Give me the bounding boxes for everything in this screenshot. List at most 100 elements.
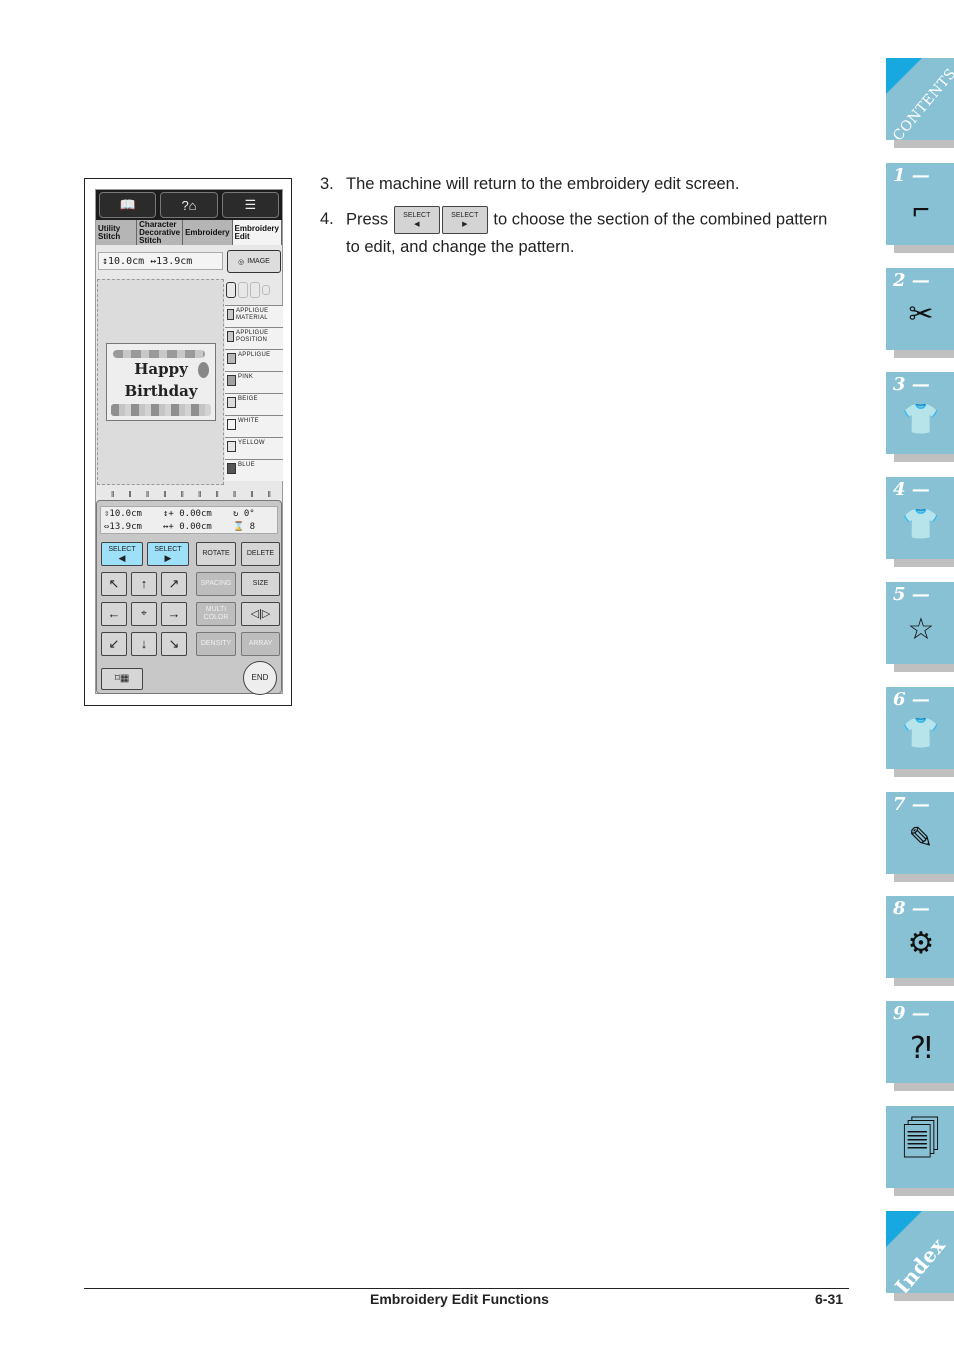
step-text: The machine will return to the embroider… [346, 175, 740, 193]
reference-book-icon[interactable]: 📖 [99, 192, 157, 218]
hoop-selector [226, 280, 284, 300]
move-center-button[interactable]: ⌖ [131, 602, 157, 626]
arrow-right-icon: → [167, 606, 181, 621]
move-left-button[interactable]: ← [101, 602, 127, 626]
hoop-tiny-icon[interactable] [262, 285, 270, 295]
flowers-decoration [111, 404, 211, 416]
chapter-number: 6 — [893, 688, 930, 710]
hoop-large-icon[interactable] [226, 282, 236, 298]
chapter-tab[interactable]: 7 — ✎ [886, 791, 954, 882]
tab-character-decorative-stitch[interactable]: Character Decorative Stitch [137, 220, 184, 245]
chapter-tab[interactable]: 1 — ⌐ [886, 162, 954, 253]
chapter-number: 1 — [893, 164, 930, 186]
pattern-grid-icon: ⌑▦ [114, 673, 130, 684]
arrow-up-icon: ↑ [140, 576, 148, 591]
vertical-offset-readout: ↕+ 0.00cm [163, 509, 212, 519]
tab-embroidery[interactable]: Embroidery [183, 220, 233, 245]
chapter-tab[interactable]: 6 — 👕 [886, 686, 954, 777]
thread-count-icon: ⌛ [233, 521, 250, 532]
thread-color-item[interactable]: APPLIGUE POSITION [225, 327, 283, 349]
thread-color-item[interactable]: BLUE [225, 459, 283, 481]
thread-color-item[interactable]: BEIGE [225, 393, 283, 415]
chapter-tab[interactable]: 3 — 👕 [886, 372, 954, 463]
tab-utility-stitch[interactable]: Utility Stitch [96, 220, 138, 245]
needle-mark-icon: ‖ [180, 490, 184, 499]
triangle-right-icon: ▶ [462, 221, 468, 228]
needle-mark-icon: ‖ [128, 490, 132, 499]
tab-corner-accent [886, 58, 922, 94]
footer-page-number: 6-31 [815, 1291, 844, 1307]
thread-color-item[interactable]: WHITE [225, 415, 283, 437]
pattern-list-icon[interactable]: ☰ [221, 192, 279, 218]
step-number: 4. [320, 210, 334, 229]
tab-corner-accent [886, 1210, 922, 1247]
chapter-number: 3 — [893, 374, 930, 396]
array-button[interactable]: ARRAY [241, 632, 280, 656]
move-down-left-button[interactable]: ↙ [101, 632, 127, 656]
thread-spool-icon [227, 463, 236, 474]
hoop-medium-icon[interactable] [238, 282, 248, 298]
step-number: 3. [320, 175, 334, 193]
chapter-number: 7 — [893, 793, 930, 815]
density-button[interactable]: DENSITY [196, 632, 236, 656]
chapter-tab[interactable]: 🗐 [886, 1106, 954, 1196]
pattern-text-line-2: Birthday [124, 382, 198, 400]
happy-birthday-pattern[interactable]: Happy Birthday [106, 343, 216, 421]
select-right-inline-button: SELECT ▶ [441, 206, 488, 234]
move-up-right-button[interactable]: ↗ [161, 572, 187, 596]
step-text-post: to choose the section of the combined pa… [493, 210, 828, 229]
move-down-button[interactable]: ↓ [131, 632, 157, 656]
chapter-number: 8 — [893, 898, 930, 920]
move-right-button[interactable]: → [161, 602, 187, 626]
spacing-button[interactable]: SPACING [196, 572, 236, 596]
needle-position-ruler: ‖ ‖ ‖ ‖ ‖ ‖ ‖ ‖ ‖ ‖ [111, 490, 271, 500]
embroidery-canvas[interactable]: Happy Birthday [97, 279, 224, 485]
thread-color-item[interactable]: YELLOW [225, 437, 283, 459]
chapter-tab[interactable]: 5 — ☆ [886, 582, 954, 672]
thread-color-item[interactable]: PINK [225, 371, 283, 393]
arrow-down-right-icon: ↘ [168, 636, 180, 651]
chapter-tab[interactable]: 4 — 👕 [886, 477, 954, 568]
arrow-down-icon: ↓ [140, 636, 148, 651]
embroidery-selection-button[interactable]: ⌑▦ [101, 668, 143, 690]
thread-spool-icon [227, 353, 236, 364]
move-down-right-button[interactable]: ↘ [161, 632, 187, 656]
size-button[interactable]: SIZE [241, 572, 280, 596]
thread-color-name: APPLIGUE POSITION [236, 330, 269, 343]
select-left-inline-button: SELECT ◀ [393, 206, 440, 234]
move-up-left-button[interactable]: ↖ [101, 572, 127, 596]
needle-mark-icon: ‖ [163, 490, 167, 499]
delete-button[interactable]: DELETE [241, 542, 280, 566]
hoop-small-icon[interactable] [250, 282, 260, 298]
top-icon-bar: 📖 ?⌂ ☰ [96, 190, 282, 220]
select-right-button[interactable]: SELECT ▶ [147, 542, 189, 566]
end-button[interactable]: END [243, 661, 277, 695]
thread-color-name: BEIGE [238, 396, 258, 402]
chapter-tab[interactable]: 8 — ⚙ [886, 896, 954, 987]
ribbon-decoration [113, 350, 205, 358]
image-button[interactable]: ◎ IMAGE [227, 250, 281, 273]
thread-color-item[interactable]: APPLIGUE MATERIAL [225, 305, 283, 327]
index-tab[interactable]: Index [886, 1210, 954, 1301]
rotate-button[interactable]: ROTATE [196, 542, 236, 566]
screen-illustration: 📖 ?⌂ ☰ Utility Stitch Character Decorati… [84, 178, 292, 706]
edit-control-panel: ⇳10.0cm ⇔13.9cm ↕+ 0.00cm ↔+ 0.00cm ↻ 0°… [96, 500, 282, 695]
contents-tab[interactable]: CONTENTS [886, 58, 954, 148]
select-left-button[interactable]: SELECT ◀ [101, 542, 143, 566]
move-up-button[interactable]: ↑ [131, 572, 157, 596]
chapter-tab[interactable]: 2 — ✂ [886, 267, 954, 358]
chapter-tab[interactable]: 9 — ⁈ [886, 1001, 954, 1092]
pattern-text-line-1: Happy [134, 360, 188, 378]
needle-mark-icon: ‖ [145, 490, 150, 499]
thread-color-item[interactable]: APPLIGUE [225, 349, 283, 371]
multi-color-button[interactable]: MULTI COLOR [196, 602, 236, 626]
chapter-number: 2 — [893, 269, 930, 291]
arrow-up-right-icon: ↗ [168, 576, 180, 591]
horizontal-offset-readout: ↔+ 0.00cm [163, 521, 212, 532]
tab-embroidery-edit[interactable]: Embroidery Edit [232, 220, 282, 245]
thread-spool-icon [227, 309, 234, 320]
thread-color-list: APPLIGUE MATERIAL APPLIGUE POSITION APPLIG… [225, 305, 283, 481]
mirror-button[interactable]: ◁|▷ [241, 602, 280, 626]
help-machine-icon[interactable]: ?⌂ [160, 192, 218, 218]
needle-mark-icon: ‖ [215, 490, 219, 499]
